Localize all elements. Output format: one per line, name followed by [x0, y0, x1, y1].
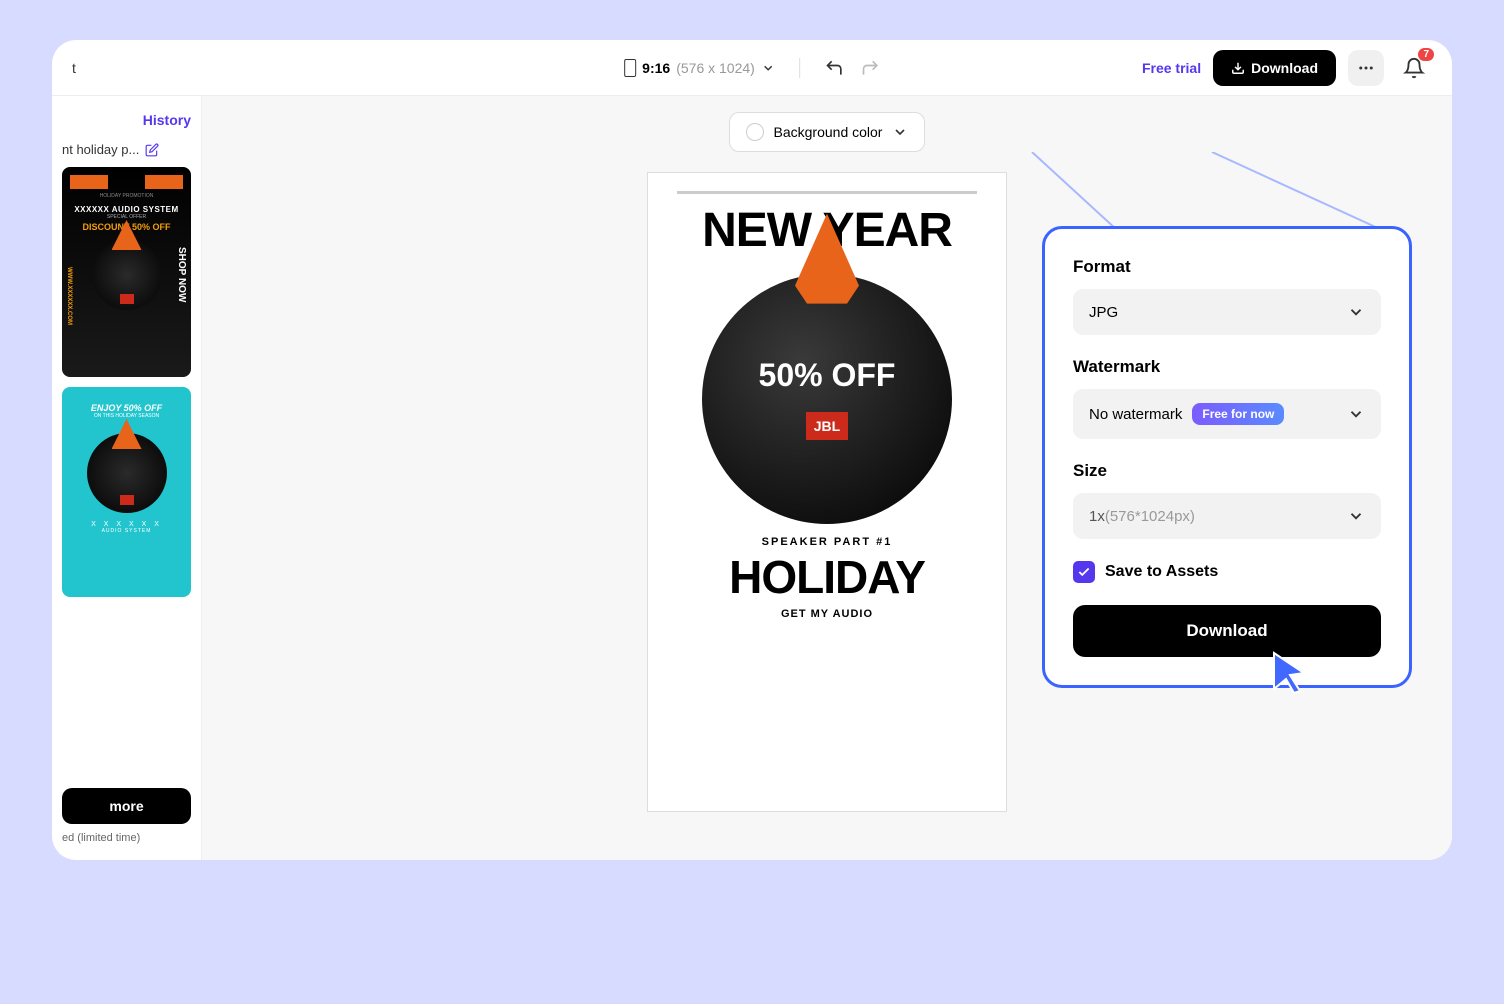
download-button-top[interactable]: Download	[1213, 50, 1336, 86]
variant-thumbnail-2[interactable]: ENJOY 50% OFF ON THIS HOLIDAY SEASON X X…	[62, 387, 191, 597]
preview-holiday: HOLIDAY	[729, 550, 925, 604]
topbar-center: 9:16 (576 x 1024)	[624, 58, 880, 78]
design-preview[interactable]: NEW YEAR 50% OFF JBL SPEAKER PART #1 HOL…	[647, 172, 1007, 812]
checkbox-checked[interactable]	[1073, 561, 1095, 583]
chevron-down-icon	[1347, 405, 1365, 423]
download-button-main[interactable]: Download	[1073, 605, 1381, 657]
preview-brand: JBL	[806, 412, 848, 440]
free-trial-link[interactable]: Free trial	[1142, 60, 1201, 76]
watermark-label: Watermark	[1073, 357, 1381, 377]
preview-discount: 50% OFF	[759, 357, 896, 394]
variant-thumbnail-1[interactable]: HOLIDAY PROMOTION XXXXXX AUDIO SYSTEM SP…	[62, 167, 191, 377]
background-color-button[interactable]: Background color	[729, 112, 926, 152]
project-name: nt holiday p...	[62, 142, 139, 157]
edit-icon[interactable]	[145, 143, 159, 157]
save-assets-row[interactable]: Save to Assets	[1073, 561, 1381, 583]
bg-color-label: Background color	[774, 124, 883, 140]
dimensions: (576 x 1024)	[676, 60, 755, 76]
aspect-ratio: 9:16	[642, 60, 670, 76]
sidebar: History nt holiday p... HOLIDAY PROMOTIO…	[52, 96, 202, 860]
color-swatch	[746, 123, 764, 141]
app-frame: t 9:16 (576 x 1024) Free trial Down	[52, 40, 1452, 860]
size-px: (576*1024px)	[1105, 508, 1195, 525]
more-menu-button[interactable]	[1348, 50, 1384, 86]
chevron-down-icon	[1347, 507, 1365, 525]
save-assets-label: Save to Assets	[1105, 563, 1218, 581]
undo-icon	[824, 58, 844, 78]
undo-button[interactable]	[824, 58, 844, 78]
chevron-down-icon	[892, 124, 908, 140]
project-name-row: nt holiday p...	[62, 142, 191, 157]
preview-top-line	[677, 191, 978, 194]
topbar-right: Free trial Download 7	[1142, 50, 1432, 86]
format-label: Format	[1073, 257, 1381, 277]
size-label: Size	[1073, 461, 1381, 481]
export-panel: Format JPG Watermark No watermark Free f…	[1042, 226, 1412, 688]
notifications-button[interactable]: 7	[1396, 50, 1432, 86]
redo-icon	[860, 58, 880, 78]
preview-speaker: 50% OFF JBL	[702, 274, 952, 524]
watermark-select[interactable]: No watermark Free for now	[1073, 389, 1381, 439]
check-icon	[1077, 565, 1091, 579]
format-value: JPG	[1089, 304, 1118, 321]
size-select[interactable]: 1x(576*1024px)	[1073, 493, 1381, 539]
notification-count: 7	[1418, 48, 1434, 61]
main-area: History nt holiday p... HOLIDAY PROMOTIO…	[52, 96, 1452, 860]
watermark-value: No watermark	[1089, 406, 1182, 423]
free-for-now-badge: Free for now	[1192, 403, 1284, 425]
preview-cta: GET MY AUDIO	[781, 608, 873, 620]
topbar: t 9:16 (576 x 1024) Free trial Down	[52, 40, 1452, 96]
history-tab[interactable]: History	[62, 112, 191, 128]
preview-subtitle: SPEAKER PART #1	[762, 536, 893, 548]
chevron-down-icon	[761, 61, 775, 75]
aspect-ratio-selector[interactable]: 9:16 (576 x 1024)	[624, 59, 775, 77]
download-icon	[1231, 61, 1245, 75]
redo-button[interactable]	[860, 58, 880, 78]
more-button[interactable]: more	[62, 788, 191, 824]
size-multiplier: 1x	[1089, 508, 1105, 525]
chevron-down-icon	[1347, 303, 1365, 321]
history-controls	[799, 58, 880, 78]
limited-time-text: ed (limited time)	[62, 832, 191, 844]
download-label: Download	[1251, 60, 1318, 76]
phone-icon	[624, 59, 636, 77]
more-icon	[1357, 59, 1375, 77]
truncated-left: t	[72, 60, 76, 76]
format-select[interactable]: JPG	[1073, 289, 1381, 335]
cursor-pointer-icon	[1266, 649, 1314, 697]
